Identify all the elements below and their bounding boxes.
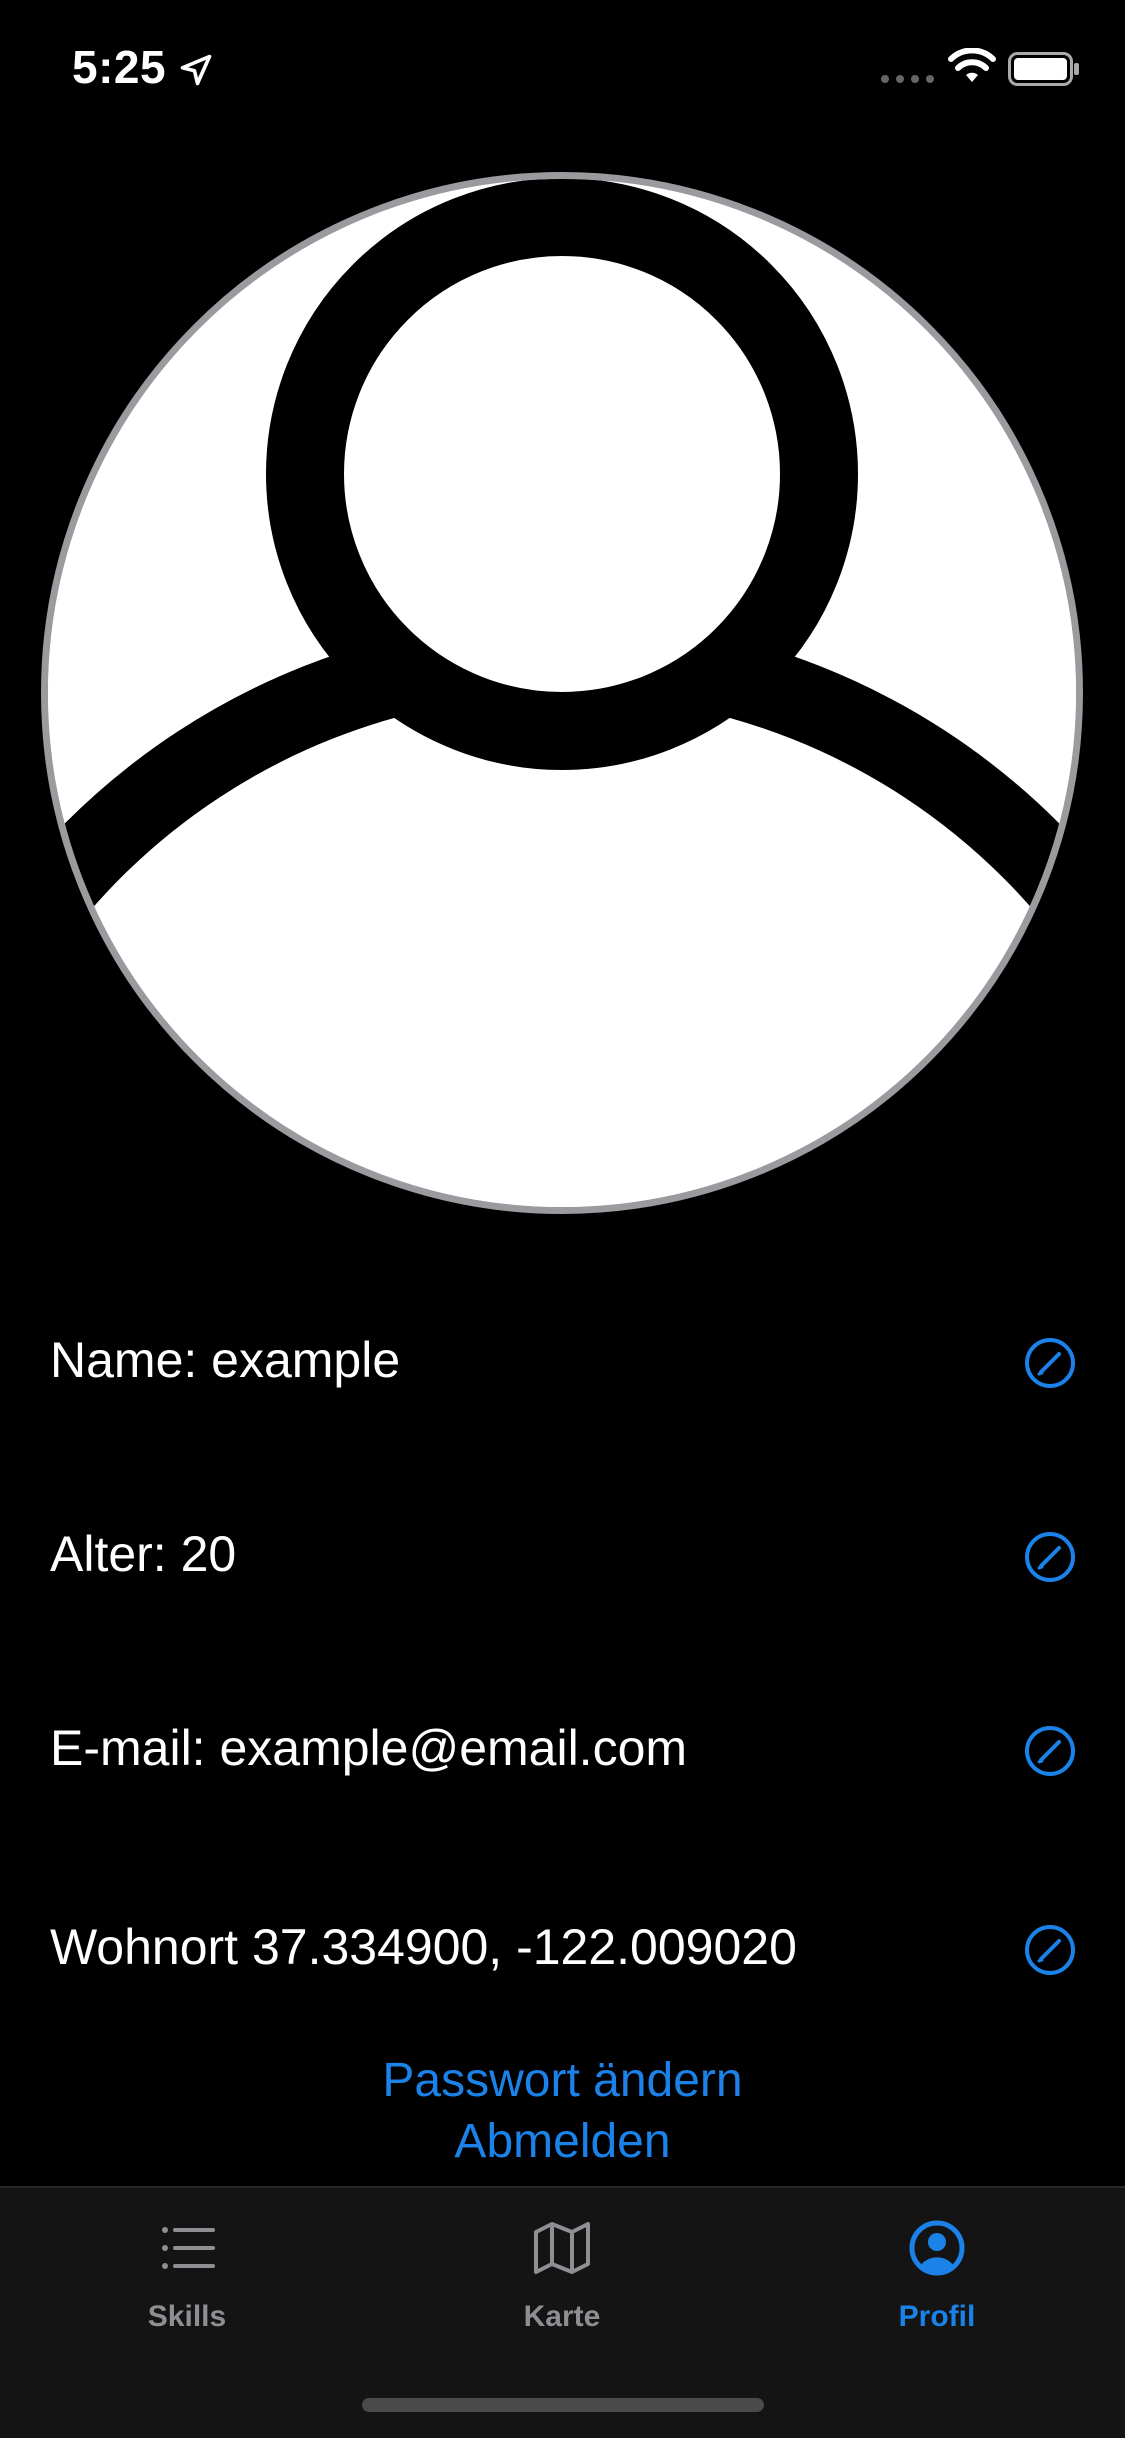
name-label: Name: example [50,1332,401,1388]
change-password-link[interactable]: Passwort ändern [0,2051,1125,2111]
battery-icon [1008,52,1079,86]
person-circle-icon [909,2220,965,2276]
pencil-circle-icon [1025,1925,1075,1975]
profile-avatar[interactable] [41,172,1083,1214]
edit-location-button[interactable] [1024,1924,1076,1976]
location-label: Wohnort 37.334900, -122.009020 [50,1919,797,1975]
tab-skills-label: Skills [147,2300,227,2333]
email-label: E-mail: example@email.com [50,1720,688,1776]
location-arrow-icon [180,54,212,86]
email-row: E-mail: example@email.com [0,1688,1125,1808]
age-row: Alter: 20 [0,1494,1125,1614]
list-icon [162,2227,215,2269]
home-indicator [362,2398,764,2412]
status-time: 5:25 [72,41,167,93]
tab-karte-label: Karte [523,2300,601,2333]
person-placeholder-icon [48,179,1076,1207]
edit-name-button[interactable] [1024,1337,1076,1389]
tab-profil[interactable]: Profil [812,2188,1062,2358]
pencil-circle-icon [1025,1532,1075,1582]
logout-link[interactable]: Abmelden [0,2112,1125,2172]
tab-bar: Skills Karte Profil [0,2186,1125,2438]
name-row: Name: example [0,1300,1125,1420]
edit-age-button[interactable] [1024,1531,1076,1583]
tab-skills[interactable]: Skills [62,2188,312,2358]
pencil-circle-icon [1025,1338,1075,1388]
edit-email-button[interactable] [1024,1725,1076,1777]
tab-profil-label: Profil [898,2300,976,2333]
map-icon [534,2222,590,2274]
pencil-circle-icon [1025,1726,1075,1776]
tab-karte[interactable]: Karte [437,2188,687,2358]
age-label: Alter: 20 [50,1526,237,1582]
location-row: Wohnort 37.334900, -122.009020 [0,1887,1125,2007]
wifi-icon [948,48,996,82]
cellular-signal-icon [881,75,934,83]
status-bar: 5:25 [0,0,1125,140]
